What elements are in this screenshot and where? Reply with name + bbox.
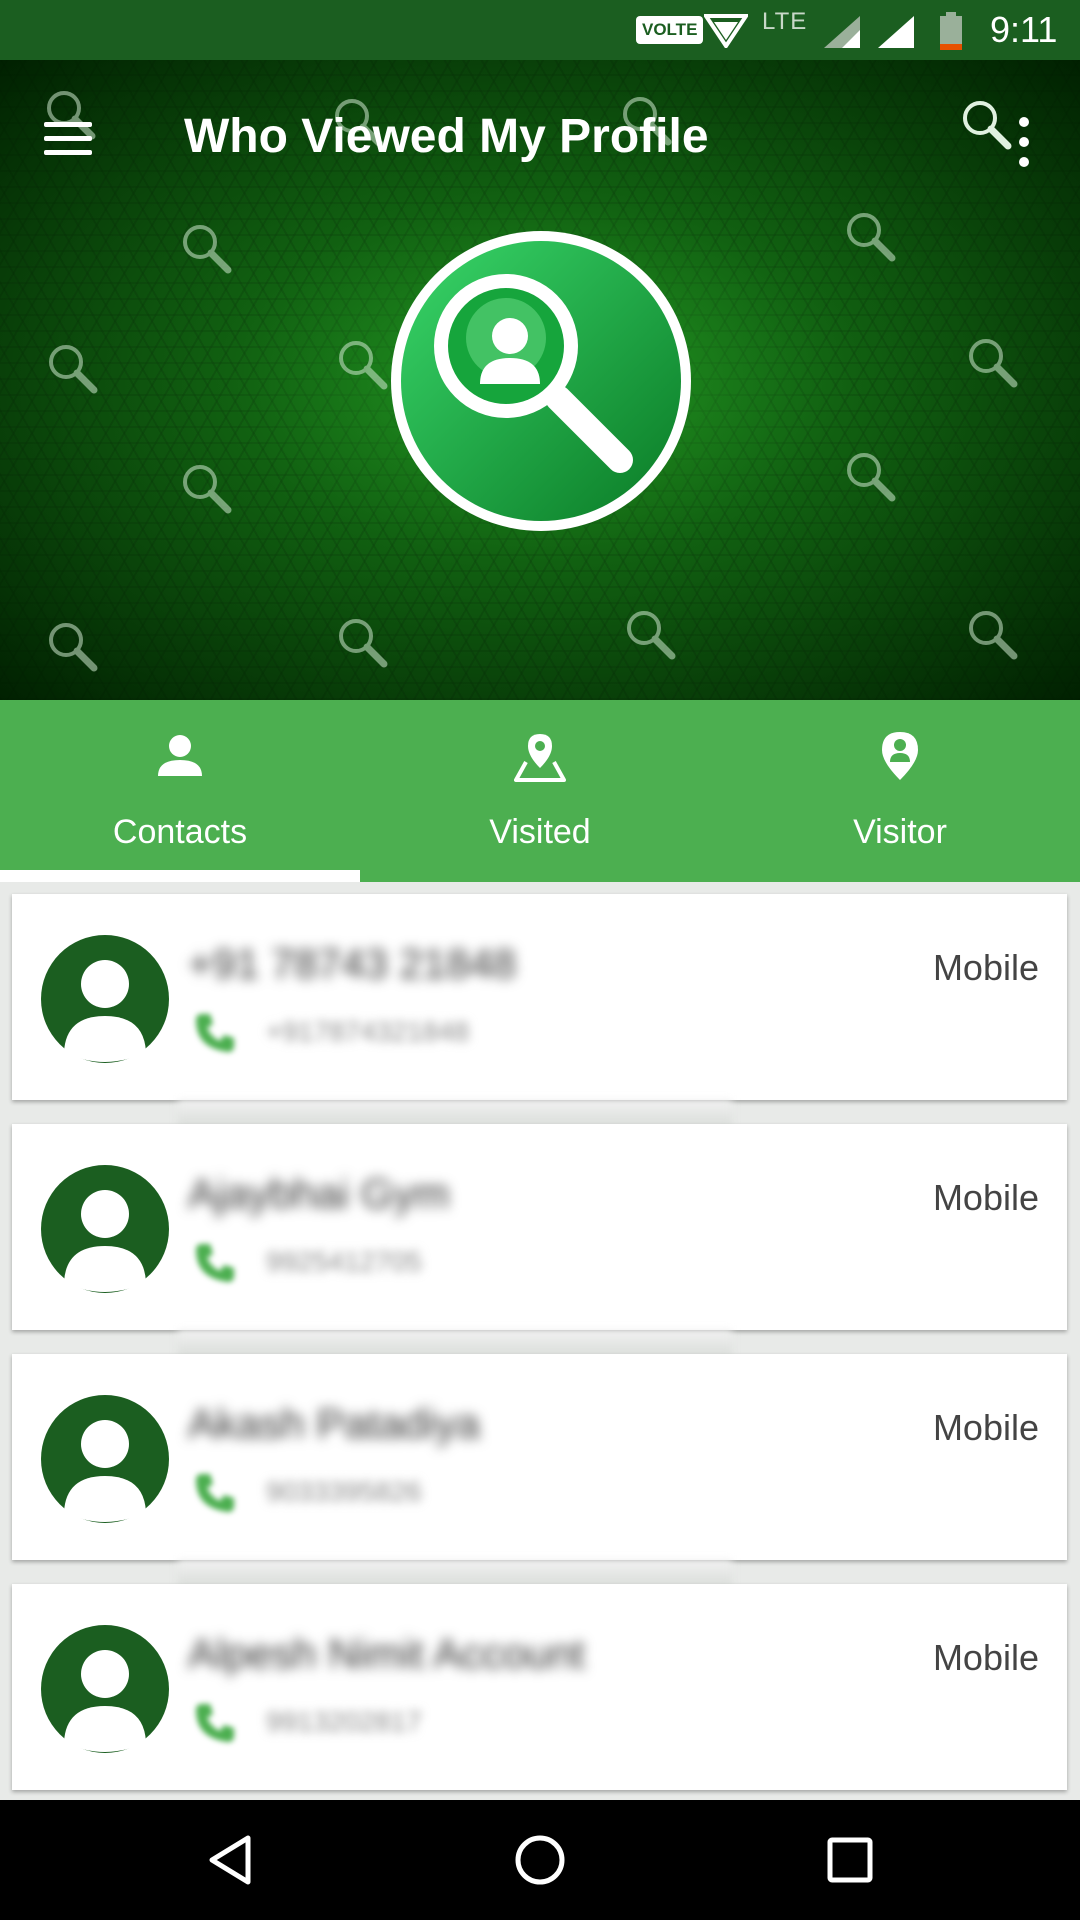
recents-icon[interactable]	[820, 1830, 880, 1890]
contact-number: 9913202817	[266, 1706, 422, 1737]
map-pin-icon	[514, 734, 566, 782]
tab-label: Visitor	[853, 813, 947, 851]
tab-contacts[interactable]: Contacts	[0, 700, 360, 882]
contact-card[interactable]: Akash Patadiya 9033395826 Mobile	[12, 1354, 1067, 1560]
app-logo	[391, 231, 691, 531]
background-search-icon	[847, 453, 896, 502]
blur-overlay	[178, 1560, 732, 1586]
contact-type: Mobile	[932, 1407, 1039, 1448]
contact-number: +917874321848	[266, 1016, 470, 1047]
tab-bar: Contacts Visited Visitor	[0, 700, 1080, 882]
clock: 9:11	[990, 9, 1058, 50]
phone-icon	[196, 1704, 234, 1742]
contact-number: 9925412705	[266, 1246, 422, 1277]
background-search-icon	[49, 623, 98, 672]
contact-name: Akash Patadiya	[188, 1400, 480, 1447]
blur-overlay	[178, 1100, 732, 1126]
background-search-icon	[339, 341, 388, 390]
background-search-icon	[627, 611, 676, 660]
phone-icon	[196, 1244, 234, 1282]
tab-visitor[interactable]: Visitor	[720, 700, 1080, 882]
background-search-icon	[969, 339, 1018, 388]
system-nav-bar	[0, 1800, 1080, 1920]
background-search-icon	[49, 345, 98, 394]
tab-label: Contacts	[112, 813, 248, 851]
tab-indicator	[0, 870, 360, 882]
blur-overlay	[178, 1330, 732, 1356]
status-bar: VOLTE LTE 9:11	[0, 0, 1080, 60]
app-header: Who Viewed My Profile	[0, 60, 1080, 700]
avatar	[41, 1165, 169, 1293]
background-search-icon	[183, 225, 232, 274]
home-icon[interactable]	[510, 1830, 570, 1890]
background-search-icon	[339, 619, 388, 668]
contact-name: Ajaybhai Gym	[188, 1170, 450, 1217]
tab-visited[interactable]: Visited	[360, 700, 720, 882]
tab-label: Visited	[489, 813, 591, 851]
contacts-list[interactable]: +91 78743 21848 +917874321848 Mobile Aja…	[0, 882, 1080, 1800]
background-search-icon	[969, 611, 1018, 660]
avatar	[41, 935, 169, 1063]
contact-type: Mobile	[932, 1637, 1039, 1678]
contact-type: Mobile	[932, 947, 1039, 988]
back-icon[interactable]	[200, 1830, 260, 1890]
background-search-icon	[847, 213, 896, 262]
avatar	[41, 1625, 169, 1753]
contact-card[interactable]: Ajaybhai Gym 9925412705 Mobile	[12, 1124, 1067, 1330]
person-icon	[158, 735, 202, 776]
contact-card[interactable]: +91 78743 21848 +917874321848 Mobile	[12, 894, 1067, 1100]
background-search-icon	[183, 465, 232, 514]
location-person-icon	[882, 732, 918, 780]
contact-name: Alpesh Nimit Account	[188, 1630, 585, 1677]
signal-icon-sim2	[878, 16, 914, 48]
contact-number: 9033395826	[266, 1476, 422, 1507]
menu-icon[interactable]	[40, 112, 96, 168]
page-title: Who Viewed My Profile	[184, 110, 709, 163]
wifi-icon	[704, 14, 748, 48]
volte-badge: VOLTE	[636, 16, 704, 44]
battery-icon	[940, 12, 962, 50]
phone-icon	[196, 1014, 234, 1052]
contact-name: +91 78743 21848	[188, 940, 517, 987]
signal-icon-sim1	[824, 16, 860, 48]
avatar	[41, 1395, 169, 1523]
more-options-icon[interactable]	[1006, 108, 1042, 178]
contact-card[interactable]: Alpesh Nimit Account 9913202817 Mobile	[12, 1584, 1067, 1790]
contact-type: Mobile	[932, 1177, 1039, 1218]
network-type: LTE	[762, 8, 808, 35]
phone-icon	[196, 1474, 234, 1512]
